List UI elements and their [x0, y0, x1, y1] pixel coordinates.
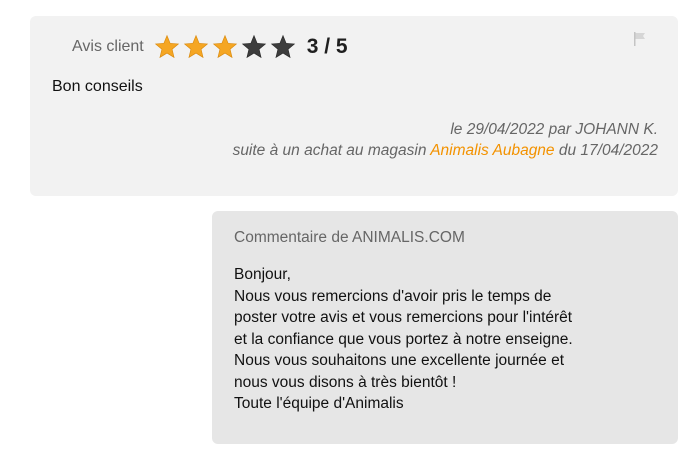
rating-row: Avis client 3 / 5	[72, 30, 348, 64]
reply-header: Commentaire de ANIMALIS.COM	[234, 229, 465, 246]
rating-label: Avis client	[72, 38, 144, 55]
reply-body: Bonjour, Nous vous remercions d'avoir pr…	[234, 264, 664, 415]
reply-line: Nous vous souhaitons une excellente jour…	[234, 352, 565, 369]
reply-line: poster votre avis et vous remercions pou…	[234, 309, 573, 326]
reply-line: Bonjour,	[234, 266, 291, 283]
review-date-author: le 29/04/2022 par JOHANN K.	[450, 121, 658, 138]
store-link[interactable]: Animalis Aubagne	[430, 142, 554, 159]
review-page: Avis client 3 / 5 Bon conseils le 29/04/…	[0, 0, 700, 458]
review-meta: le 29/04/2022 par JOHANN K. suite à un a…	[233, 119, 658, 161]
reply-line: et la confiance que vous portez à notre …	[234, 330, 573, 348]
purchase-prefix: suite à un achat au magasin	[232, 142, 431, 159]
flag-icon[interactable]	[632, 31, 648, 47]
merchant-reply-card: Commentaire de ANIMALIS.COM Bonjour, Nou…	[212, 211, 678, 444]
rating-score: 3 / 5	[306, 35, 348, 58]
reply-line: Toute l'équipe d'Animalis	[234, 395, 404, 412]
purchase-info: suite à un achat au magasin Animalis Aub…	[233, 140, 658, 161]
star-filled-icon	[212, 34, 237, 59]
star-filled-icon	[154, 34, 179, 59]
review-title: Bon conseils	[52, 78, 143, 95]
star-empty-icon	[241, 34, 266, 59]
purchase-date: du 17/04/2022	[554, 142, 658, 159]
star-rating	[154, 34, 299, 60]
star-empty-icon	[270, 34, 295, 59]
customer-review-card: Avis client 3 / 5 Bon conseils le 29/04/…	[30, 16, 678, 196]
star-filled-icon	[183, 34, 208, 59]
reply-line: Nous vous remercions d'avoir pris le tem…	[234, 287, 552, 305]
reply-line: nous vous disons à très bientôt !	[234, 373, 457, 391]
